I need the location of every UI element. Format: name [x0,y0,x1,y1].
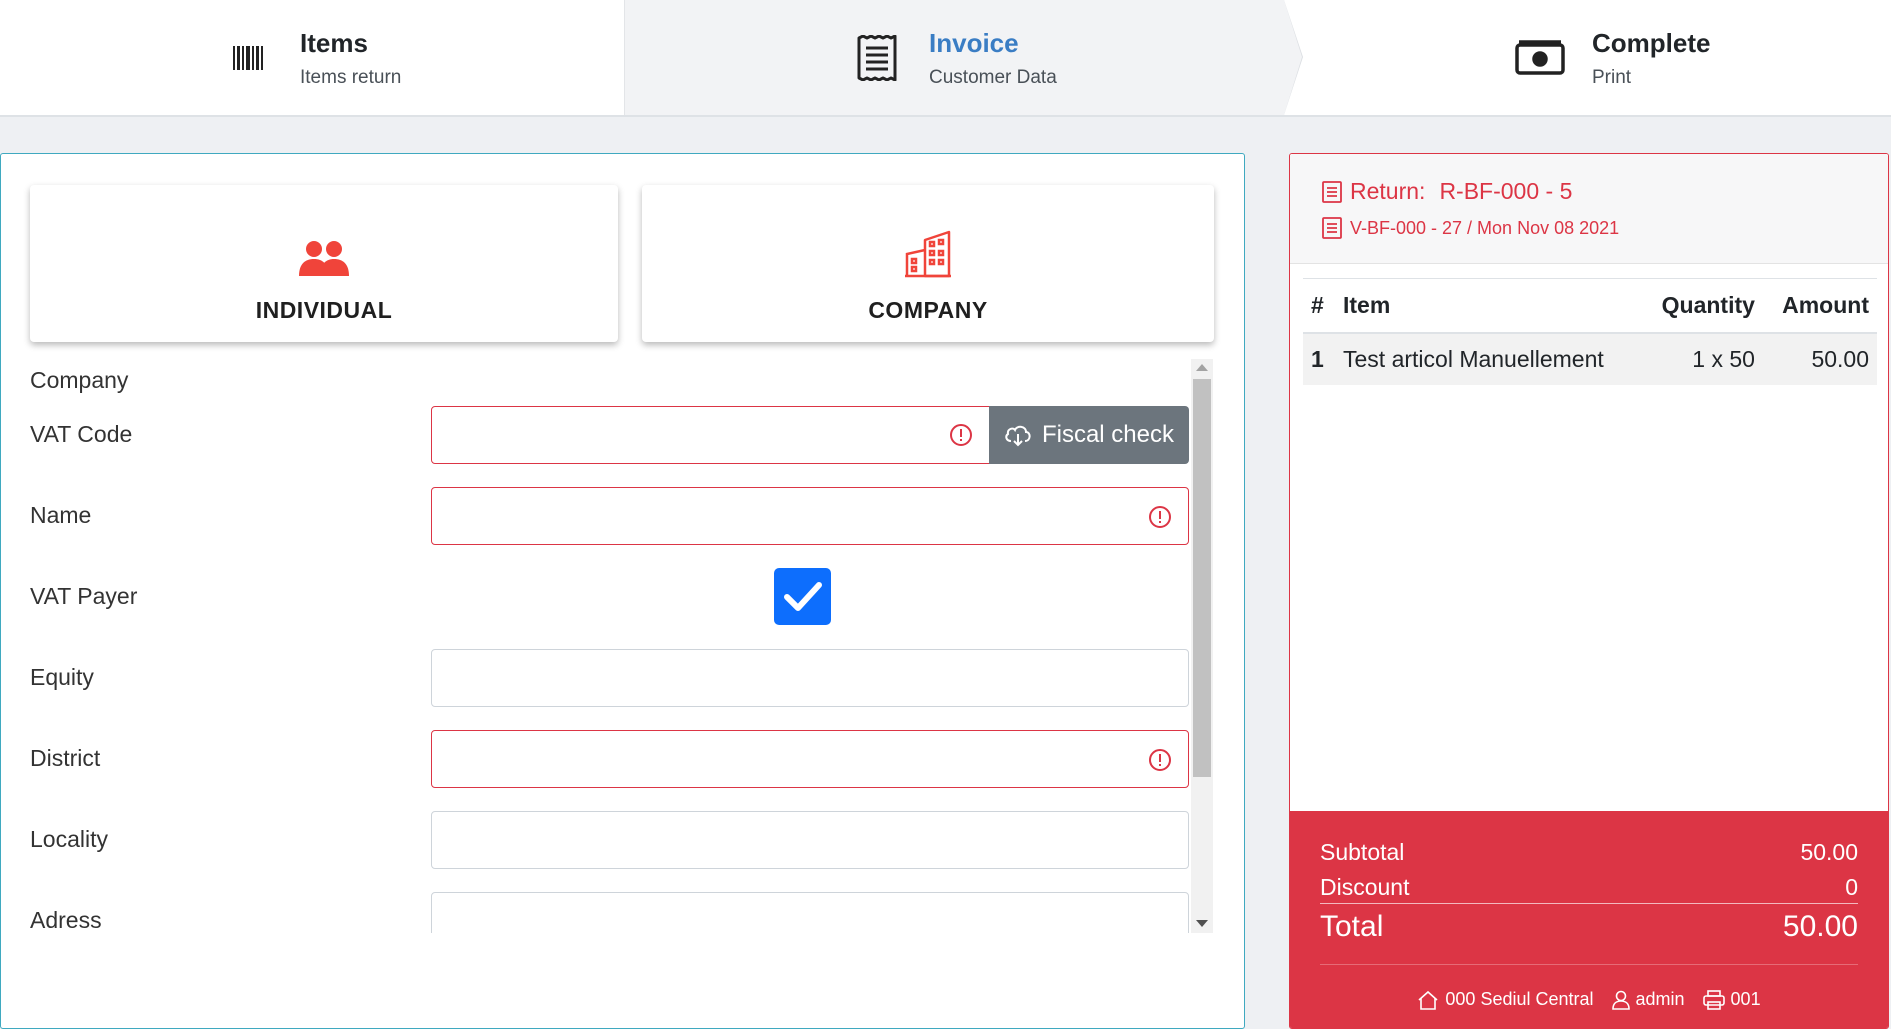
vat-payer-checkbox[interactable] [774,568,831,625]
error-icon [1149,506,1171,528]
fiscal-check-button[interactable]: Fiscal check [989,406,1189,464]
register-info: 001 [1702,989,1761,1010]
form-scrollbar[interactable] [1191,359,1213,933]
home-icon [1418,990,1438,1010]
equity-input[interactable] [431,649,1189,707]
step-subtitle: Print [1592,66,1632,88]
customer-data-panel: INDIVIDUAL COMPANY Company VAT Code Fisc… [0,153,1245,1029]
scroll-down-arrow[interactable] [1196,920,1208,927]
step-subtitle: Items return [300,66,402,88]
table-header: # Item Quantity Amount [1303,278,1877,334]
col-amount: Amount [1762,278,1877,334]
step-items[interactable]: Items Items return [0,0,624,115]
step-subtitle: Customer Data [929,66,1057,88]
district-label: District [30,745,101,771]
total-row: Total 50.00 [1320,910,1858,965]
step-title: Complete [1592,27,1711,58]
session-info: 000 Sediul Central admin 001 [1320,989,1858,1010]
scroll-thumb[interactable] [1193,379,1211,777]
step-title: Invoice [929,27,1019,58]
printer-icon [1702,989,1725,1010]
row-amount: 50.00 [1762,332,1877,385]
items-table: # Item Quantity Amount 1 Test articol Ma… [1303,278,1877,385]
vat-code-input[interactable] [431,406,991,464]
locality-input[interactable] [431,811,1189,869]
document-icon [1322,180,1342,203]
subtotal-row: Subtotal 50.00 [1320,839,1858,866]
district-row: District [1,730,1191,788]
locality-label: Locality [30,826,108,852]
vat-code-row: VAT Code Fiscal check [1,406,1191,464]
total-value: 50.00 [1782,910,1858,943]
invoice-ref-text: V-BF-000 - 27 / Mon Nov 08 2021 [1350,217,1620,238]
checkmark-icon [783,581,822,611]
step-complete[interactable]: Complete Print [1284,0,1891,115]
company-form: Company VAT Code Fiscal check Name VAT P… [1,359,1214,933]
equity-row: Equity [1,649,1191,707]
vat-code-label: VAT Code [30,421,133,447]
locality-row: Locality [1,811,1191,869]
discount-label: Discount [1320,874,1410,900]
return-line: Return: R-BF-000 - 5 [1322,178,1572,205]
receipt-header: Return: R-BF-000 - 5 V-BF-000 - 27 / Mon… [1290,154,1888,264]
subtotal-label: Subtotal [1320,839,1405,865]
totals-box: Subtotal 50.00 Discount 0 Total 50.00 00… [1290,811,1888,1028]
adress-row: Adress [1,892,1191,933]
equity-label: Equity [30,664,94,690]
receipt-icon [851,32,903,84]
building-icon [905,230,951,283]
name-label: Name [30,502,92,528]
individual-label: INDIVIDUAL [255,297,393,323]
company-label: COMPANY [868,297,988,323]
receipt-panel: Return: R-BF-000 - 5 V-BF-000 - 27 / Mon… [1289,153,1889,1029]
step-title: Items [300,27,368,58]
individual-card[interactable]: INDIVIDUAL [30,185,618,342]
step-invoice[interactable]: Invoice Customer Data [624,0,1303,115]
return-code: R-BF-000 - 5 [1439,178,1573,204]
subtotal-value: 50.00 [1800,839,1858,865]
document-icon [1322,217,1342,239]
discount-row: Discount 0 [1320,874,1858,904]
invoice-reference: V-BF-000 - 27 / Mon Nov 08 2021 [1322,217,1619,239]
district-input[interactable] [431,730,1189,788]
wizard-steps: Items Items return Invoice Customer Data [0,0,1891,117]
adress-label: Adress [30,907,102,933]
col-quantity: Quantity [1641,278,1763,334]
row-item: Test articol Manuellement [1335,332,1642,385]
col-num: # [1303,278,1335,334]
return-label: Return: [1350,178,1426,204]
fiscal-check-label: Fiscal check [1041,421,1175,448]
user-info: admin [1611,989,1685,1010]
vat-payer-label: VAT Payer [30,583,138,609]
name-row: Name [1,487,1191,545]
row-num: 1 [1303,332,1335,385]
error-icon [1149,749,1171,771]
cloud-download-icon [1005,425,1031,447]
company-card[interactable]: COMPANY [642,185,1214,342]
vat-payer-row: VAT Payer [1,568,1191,626]
barcode-icon [222,32,274,84]
discount-value: 0 [1845,874,1858,900]
error-icon [949,423,973,452]
adress-input[interactable] [431,892,1189,933]
section-title: Company [30,367,129,393]
money-icon [1514,32,1566,84]
row-quantity: 1 x 50 [1641,332,1763,385]
scroll-up-arrow[interactable] [1196,364,1208,371]
col-item: Item [1335,278,1642,334]
location-info: 000 Sediul Central [1417,989,1594,1010]
user-icon [1611,990,1630,1010]
name-input[interactable] [431,487,1189,545]
total-label: Total [1320,910,1384,943]
users-icon [299,240,349,283]
table-row[interactable]: 1 Test articol Manuellement 1 x 50 50.00 [1303,332,1877,385]
